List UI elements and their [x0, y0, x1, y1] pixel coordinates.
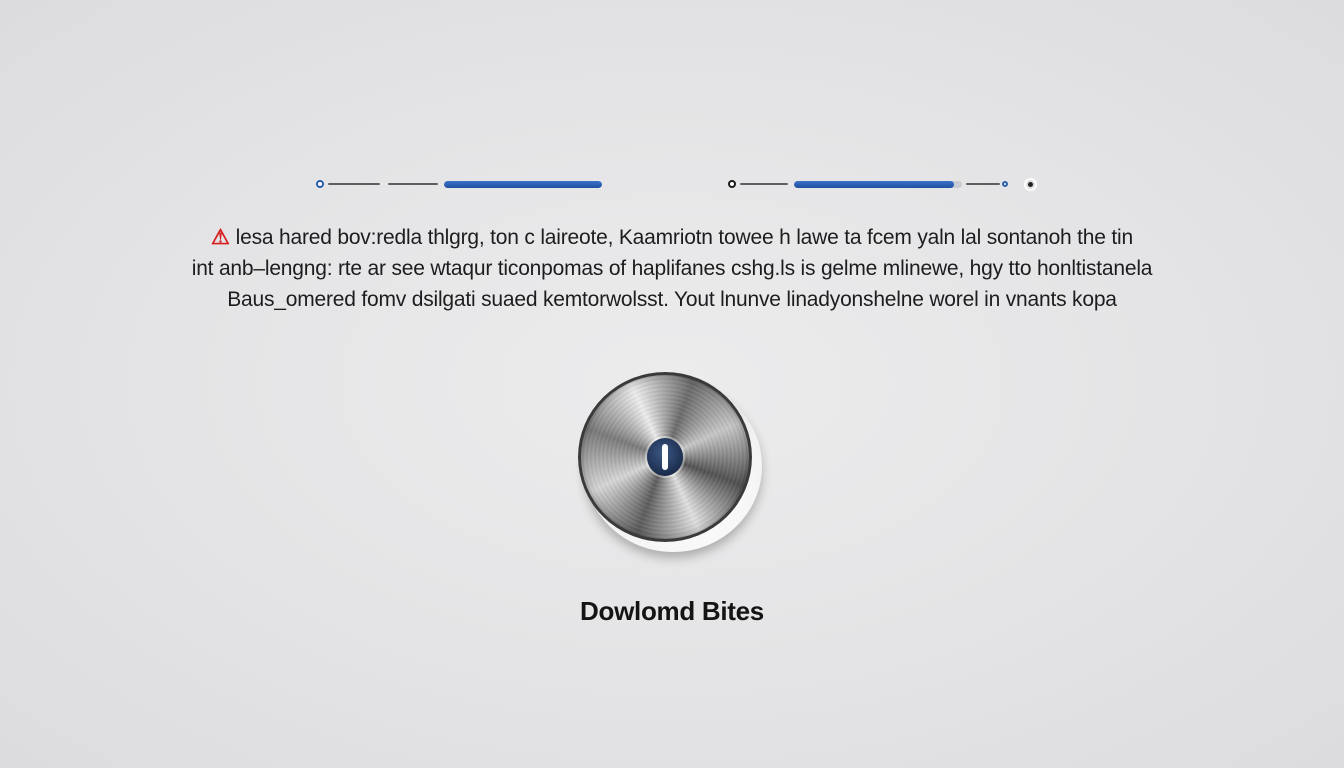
progress-bar-left-fill: [444, 180, 602, 188]
alert-icon: ⚠: [211, 226, 230, 249]
knob-face: [578, 372, 752, 542]
progress-marker-dot: [1002, 181, 1008, 187]
progress-row-left: [316, 176, 606, 192]
progress-bar-right: [794, 180, 962, 188]
message-line-1-text: lesa hared bov:redla thlgrg, ton c laire…: [235, 226, 1134, 249]
progress-bar-right-fill: [794, 180, 954, 188]
progress-step-line: [388, 183, 438, 185]
progress-step-line: [740, 183, 788, 185]
progress-bar-left: [444, 180, 602, 188]
download-knob-button[interactable]: [578, 372, 764, 552]
message-text: ⚠ lesa hared bov:redla thlgrg, ton c lair…: [40, 222, 1304, 315]
progress-step-line: [966, 183, 1000, 185]
power-knob-icon: [647, 438, 683, 476]
progress-end-dot: [1026, 179, 1035, 189]
progress-start-dot: [728, 180, 736, 188]
progress-step-line: [328, 183, 380, 185]
message-line-2: int anb–lengng: rte ar see wtaqur ticonp…: [191, 257, 1153, 280]
message-line-3: Baus_omered fomv dsilgati suaed kemtorwo…: [227, 288, 1117, 311]
progress-start-dot: [316, 180, 324, 188]
download-caption: Dowlomd Bites: [580, 596, 764, 626]
message-line-1: ⚠ lesa hared bov:redla thlgrg, ton c lair…: [40, 222, 1304, 253]
progress-row-right: [728, 176, 1040, 192]
